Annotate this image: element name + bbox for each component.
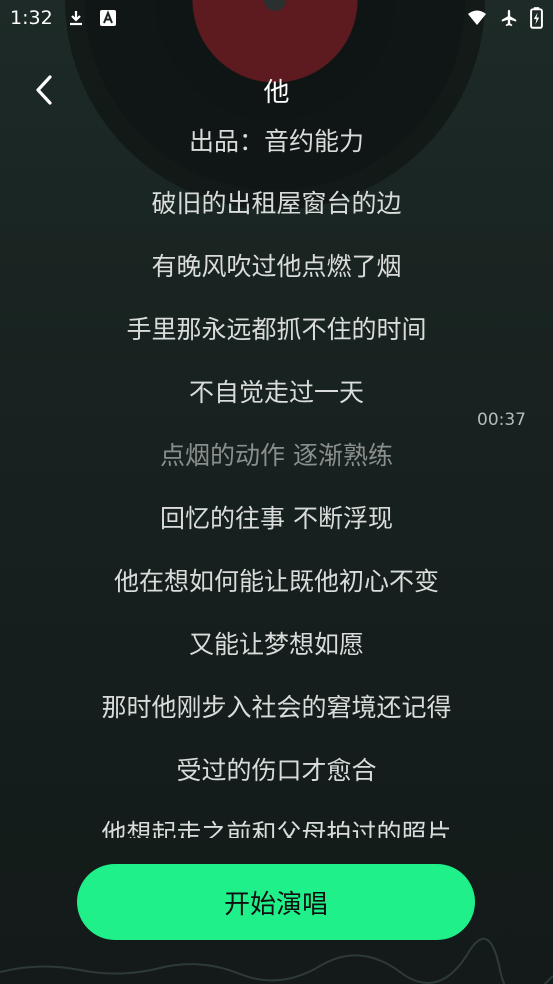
lyric-line: 有晚风吹过他点燃了烟 bbox=[151, 252, 402, 281]
lyric-line: 不自觉走过一天 bbox=[188, 378, 364, 407]
start-singing-button[interactable]: 开始演唱 bbox=[77, 864, 475, 940]
lyric-line: 他想起走之前和父母拍过的照片 bbox=[101, 819, 452, 838]
playback-time: 00:37 bbox=[477, 410, 526, 430]
status-time: 1:32 bbox=[10, 7, 53, 29]
top-nav: 他 bbox=[0, 64, 553, 116]
lyric-line-current: 点烟的动作 逐渐熟练 bbox=[160, 441, 393, 470]
lyric-line: 受过的伤口才愈合 bbox=[176, 756, 377, 785]
lyrics-list[interactable]: 出品：音约能力 破旧的出租屋窗台的边 有晚风吹过他点燃了烟 手里那永远都抓不住的… bbox=[0, 118, 553, 838]
lyric-line: 他在想如何能让既他初心不变 bbox=[113, 567, 439, 596]
wifi-icon bbox=[468, 10, 486, 25]
lyric-line: 那时他刚步入社会的窘境还记得 bbox=[101, 693, 452, 722]
lyric-line: 又能让梦想如愿 bbox=[188, 630, 364, 659]
lyric-line: 回忆的往事 不断浮现 bbox=[160, 504, 393, 533]
lyric-line: 出品：音约能力 bbox=[188, 127, 364, 156]
font-icon bbox=[99, 10, 116, 26]
battery-icon bbox=[530, 7, 543, 29]
lyric-line: 手里那永远都抓不住的时间 bbox=[126, 315, 427, 344]
lyric-line: 破旧的出租屋窗台的边 bbox=[151, 189, 402, 218]
download-icon bbox=[69, 11, 82, 26]
airplane-icon bbox=[501, 9, 517, 27]
status-bar: 1:32 bbox=[0, 0, 553, 36]
page-title: 他 bbox=[263, 78, 290, 108]
